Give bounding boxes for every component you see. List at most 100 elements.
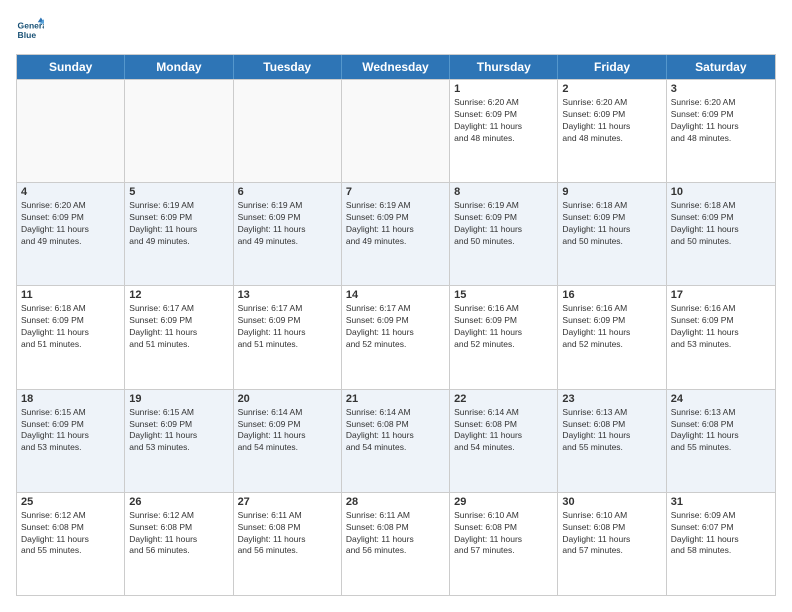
day-number: 10 [671, 186, 771, 198]
day-info: Sunrise: 6:12 AM Sunset: 6:08 PM Dayligh… [129, 510, 228, 558]
day-info: Sunrise: 6:13 AM Sunset: 6:08 PM Dayligh… [562, 407, 661, 455]
day-info: Sunrise: 6:09 AM Sunset: 6:07 PM Dayligh… [671, 510, 771, 558]
calendar: SundayMondayTuesdayWednesdayThursdayFrid… [16, 54, 776, 596]
day-info: Sunrise: 6:17 AM Sunset: 6:09 PM Dayligh… [346, 303, 445, 351]
calendar-cell: 13 Sunrise: 6:17 AM Sunset: 6:09 PM Dayli… [234, 286, 342, 388]
day-info: Sunrise: 6:20 AM Sunset: 6:09 PM Dayligh… [562, 97, 661, 145]
day-info: Sunrise: 6:18 AM Sunset: 6:09 PM Dayligh… [562, 200, 661, 248]
calendar-cell: 17Sunrise: 6:16 AM Sunset: 6:09 PM Dayli… [667, 286, 775, 388]
calendar-cell: 2 Sunrise: 6:20 AM Sunset: 6:09 PM Daylig… [558, 80, 666, 182]
header-day: Tuesday [234, 55, 342, 79]
day-info: Sunrise: 6:18 AM Sunset: 6:09 PM Dayligh… [21, 303, 120, 351]
day-number: 24 [671, 393, 771, 405]
header-day: Friday [558, 55, 666, 79]
calendar-cell: 14Sunrise: 6:17 AM Sunset: 6:09 PM Dayli… [342, 286, 450, 388]
day-number: 13 [238, 289, 337, 301]
day-info: Sunrise: 6:11 AM Sunset: 6:08 PM Dayligh… [238, 510, 337, 558]
header-day: Sunday [17, 55, 125, 79]
day-info: Sunrise: 6:19 AM Sunset: 6:09 PM Dayligh… [238, 200, 337, 248]
header-day: Thursday [450, 55, 558, 79]
day-info: Sunrise: 6:11 AM Sunset: 6:08 PM Dayligh… [346, 510, 445, 558]
calendar-cell: 10 Sunrise: 6:18 AM Sunset: 6:09 PM Dayli… [667, 183, 775, 285]
day-number: 2 [562, 83, 661, 95]
calendar-header: SundayMondayTuesdayWednesdayThursdayFrid… [17, 55, 775, 79]
day-info: Sunrise: 6:19 AM Sunset: 6:09 PM Dayligh… [129, 200, 228, 248]
calendar-cell: 5 Sunrise: 6:19 AM Sunset: 6:09 PM Daylig… [125, 183, 233, 285]
day-info: Sunrise: 6:20 AM Sunset: 6:09 PM Dayligh… [671, 97, 771, 145]
calendar-cell: 21 Sunrise: 6:14 AM Sunset: 6:08 PM Dayli… [342, 390, 450, 492]
day-number: 22 [454, 393, 553, 405]
day-info: Sunrise: 6:20 AM Sunset: 6:09 PM Dayligh… [21, 200, 120, 248]
day-number: 20 [238, 393, 337, 405]
day-number: 29 [454, 496, 553, 508]
day-number: 6 [238, 186, 337, 198]
day-number: 25 [21, 496, 120, 508]
day-number: 28 [346, 496, 445, 508]
calendar-cell: 20 Sunrise: 6:14 AM Sunset: 6:09 PM Dayli… [234, 390, 342, 492]
day-number: 5 [129, 186, 228, 198]
calendar-row: 18 Sunrise: 6:15 AM Sunset: 6:09 PM Dayli… [17, 389, 775, 492]
day-info: Sunrise: 6:19 AM Sunset: 6:09 PM Dayligh… [346, 200, 445, 248]
day-info: Sunrise: 6:10 AM Sunset: 6:08 PM Dayligh… [454, 510, 553, 558]
calendar-cell: 30 Sunrise: 6:10 AM Sunset: 6:08 PM Dayli… [558, 493, 666, 595]
day-number: 9 [562, 186, 661, 198]
calendar-cell: 6 Sunrise: 6:19 AM Sunset: 6:09 PM Daylig… [234, 183, 342, 285]
day-info: Sunrise: 6:19 AM Sunset: 6:09 PM Dayligh… [454, 200, 553, 248]
day-number: 21 [346, 393, 445, 405]
calendar-row: 1 Sunrise: 6:20 AM Sunset: 6:09 PM Daylig… [17, 79, 775, 182]
day-info: Sunrise: 6:14 AM Sunset: 6:09 PM Dayligh… [238, 407, 337, 455]
day-info: Sunrise: 6:14 AM Sunset: 6:08 PM Dayligh… [346, 407, 445, 455]
day-number: 30 [562, 496, 661, 508]
day-number: 26 [129, 496, 228, 508]
calendar-cell: 12Sunrise: 6:17 AM Sunset: 6:09 PM Dayli… [125, 286, 233, 388]
day-number: 31 [671, 496, 771, 508]
calendar-cell: 29 Sunrise: 6:10 AM Sunset: 6:08 PM Dayli… [450, 493, 558, 595]
day-number: 1 [454, 83, 553, 95]
day-info: Sunrise: 6:20 AM Sunset: 6:09 PM Dayligh… [454, 97, 553, 145]
calendar-cell: 3 Sunrise: 6:20 AM Sunset: 6:09 PM Daylig… [667, 80, 775, 182]
calendar-cell: 19Sunrise: 6:15 AM Sunset: 6:09 PM Dayli… [125, 390, 233, 492]
svg-text:Blue: Blue [18, 30, 37, 40]
day-info: Sunrise: 6:17 AM Sunset: 6:09 PM Dayligh… [238, 303, 337, 351]
day-number: 11 [21, 289, 120, 301]
day-number: 15 [454, 289, 553, 301]
day-info: Sunrise: 6:13 AM Sunset: 6:08 PM Dayligh… [671, 407, 771, 455]
day-number: 8 [454, 186, 553, 198]
calendar-cell: 1 Sunrise: 6:20 AM Sunset: 6:09 PM Daylig… [450, 80, 558, 182]
day-info: Sunrise: 6:18 AM Sunset: 6:09 PM Dayligh… [671, 200, 771, 248]
calendar-cell: 15 Sunrise: 6:16 AM Sunset: 6:09 PM Dayli… [450, 286, 558, 388]
calendar-cell: 28 Sunrise: 6:11 AM Sunset: 6:08 PM Dayli… [342, 493, 450, 595]
day-info: Sunrise: 6:10 AM Sunset: 6:08 PM Dayligh… [562, 510, 661, 558]
day-number: 3 [671, 83, 771, 95]
calendar-cell: 24 Sunrise: 6:13 AM Sunset: 6:08 PM Dayli… [667, 390, 775, 492]
day-info: Sunrise: 6:12 AM Sunset: 6:08 PM Dayligh… [21, 510, 120, 558]
calendar-row: 4 Sunrise: 6:20 AM Sunset: 6:09 PM Daylig… [17, 182, 775, 285]
calendar-cell: 4 Sunrise: 6:20 AM Sunset: 6:09 PM Daylig… [17, 183, 125, 285]
calendar-cell: 7Sunrise: 6:19 AM Sunset: 6:09 PM Daylig… [342, 183, 450, 285]
day-info: Sunrise: 6:16 AM Sunset: 6:09 PM Dayligh… [562, 303, 661, 351]
day-number: 12 [129, 289, 228, 301]
calendar-cell: 26 Sunrise: 6:12 AM Sunset: 6:08 PM Dayli… [125, 493, 233, 595]
calendar-cell [342, 80, 450, 182]
day-number: 18 [21, 393, 120, 405]
day-number: 4 [21, 186, 120, 198]
day-info: Sunrise: 6:16 AM Sunset: 6:09 PM Dayligh… [454, 303, 553, 351]
calendar-cell: 31 Sunrise: 6:09 AM Sunset: 6:07 PM Dayli… [667, 493, 775, 595]
logo: General Blue [16, 16, 44, 44]
day-number: 27 [238, 496, 337, 508]
calendar-cell [17, 80, 125, 182]
header-day: Monday [125, 55, 233, 79]
calendar-cell: 22Sunrise: 6:14 AM Sunset: 6:08 PM Dayli… [450, 390, 558, 492]
day-info: Sunrise: 6:16 AM Sunset: 6:09 PM Dayligh… [671, 303, 771, 351]
calendar-row: 11 Sunrise: 6:18 AM Sunset: 6:09 PM Dayli… [17, 285, 775, 388]
logo-icon: General Blue [16, 16, 44, 44]
header-day: Saturday [667, 55, 775, 79]
day-number: 23 [562, 393, 661, 405]
calendar-cell: 11 Sunrise: 6:18 AM Sunset: 6:09 PM Dayli… [17, 286, 125, 388]
calendar-row: 25 Sunrise: 6:12 AM Sunset: 6:08 PM Dayli… [17, 492, 775, 595]
calendar-cell: 23 Sunrise: 6:13 AM Sunset: 6:08 PM Dayli… [558, 390, 666, 492]
calendar-cell: 16Sunrise: 6:16 AM Sunset: 6:09 PM Dayli… [558, 286, 666, 388]
page-header: General Blue [16, 16, 776, 44]
calendar-cell: 8 Sunrise: 6:19 AM Sunset: 6:09 PM Daylig… [450, 183, 558, 285]
day-info: Sunrise: 6:15 AM Sunset: 6:09 PM Dayligh… [129, 407, 228, 455]
